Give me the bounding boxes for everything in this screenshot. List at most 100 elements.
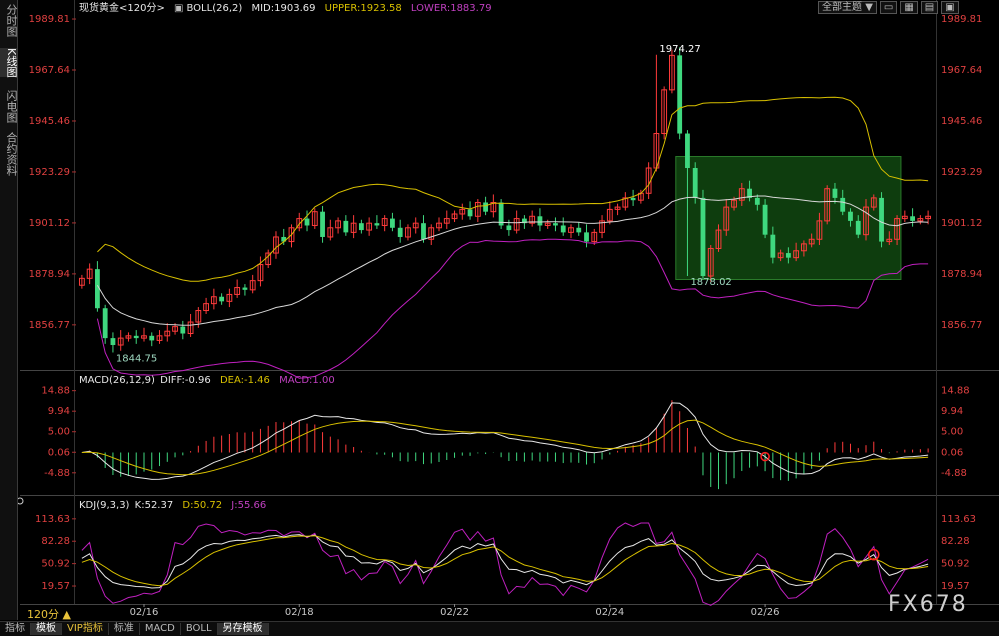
kdj-axis-label-right: 19.57 — [941, 581, 970, 592]
candle-body — [630, 197, 636, 201]
tab-flash[interactable]: 闪电图 — [0, 90, 18, 123]
tab-vip-indicators[interactable]: VIP指标 — [62, 623, 109, 635]
candle-body — [149, 335, 155, 341]
candle-body — [677, 55, 683, 134]
candle-body — [397, 227, 403, 237]
candle-body — [785, 253, 791, 258]
boll-legend: 现货黄金<120分> ▣ BOLL(26,2) MID:1903.69 UPPER… — [79, 3, 492, 14]
candle-body — [304, 218, 310, 226]
tab-macd[interactable]: MACD — [140, 623, 181, 635]
instrument-label: 现货黄金<120分> — [79, 3, 165, 14]
theme-dropdown[interactable]: 全部主题 ▼ — [818, 0, 877, 14]
price-axis-label-left: 1989.81 — [29, 14, 70, 25]
price-axis-label-left: 1923.29 — [29, 167, 70, 178]
tab-template[interactable]: 模板 — [31, 623, 62, 635]
macd-axis-label-left: 9.94 — [48, 406, 70, 417]
price-axis-label-right: 1967.64 — [941, 65, 982, 76]
macd-diff-line — [81, 402, 929, 480]
toolbar: 全部主题 ▼ ▭ ▦ ▤ ▣ — [818, 0, 959, 14]
candle-body — [219, 296, 225, 302]
macd-axis-label-right: 5.00 — [941, 427, 963, 438]
candle-body — [242, 287, 248, 290]
price-axis-label-left: 1901.12 — [29, 218, 70, 229]
candle-body — [467, 209, 473, 217]
candle-body — [685, 133, 690, 169]
price-axis-label-left: 1967.64 — [29, 65, 70, 76]
candle-body — [133, 335, 139, 339]
candle-body — [762, 204, 768, 235]
candle-body — [879, 197, 884, 242]
candle-body — [754, 197, 760, 205]
price-axis-label-right: 1856.77 — [941, 320, 982, 331]
layout-icon[interactable]: ▦ — [900, 0, 918, 14]
x-tick-label: 02/24 — [595, 607, 624, 618]
tab-boll[interactable]: BOLL — [181, 623, 218, 635]
kdj-k-line — [81, 534, 929, 589]
candle-body — [483, 202, 488, 212]
candle-body — [584, 232, 589, 242]
candle-body — [855, 220, 861, 235]
boll-icon: ▣ — [174, 3, 184, 14]
candle-body — [180, 326, 186, 334]
macd-axis-label-right: -4.88 — [941, 468, 967, 479]
candle-body — [374, 223, 380, 226]
macd-axis-label-right: 14.88 — [941, 386, 970, 397]
candle-body — [358, 223, 364, 231]
macd-axis-label-left: 14.88 — [41, 386, 70, 397]
kdj-legend: KDJ(9,3,3) K:52.37 D:50.72 J:55.66 — [79, 500, 267, 511]
candle-body — [560, 225, 566, 233]
tab-contract-info[interactable]: 合约资料 — [0, 132, 18, 176]
candle-body — [770, 234, 776, 258]
tab-kline[interactable]: K线图 — [0, 48, 18, 78]
x-tick-label: 02/18 — [285, 607, 314, 618]
kdj-d-line — [81, 535, 929, 587]
macd-axis-label-left: -4.88 — [44, 468, 70, 479]
price-axis-label-left: 1856.77 — [29, 320, 70, 331]
candle-body — [421, 223, 426, 240]
kdj-axis-label-right: 82.28 — [941, 536, 970, 547]
kdj-axis-label-left: 19.57 — [41, 581, 70, 592]
bottom-toolbar: 指标 模板 VIP指标 标准 MACD BOLL 另存模板 — [0, 621, 999, 636]
tab-save-template[interactable]: 另存模板 — [217, 623, 269, 635]
window-icon[interactable]: ▣ — [941, 0, 959, 14]
candle-body — [506, 225, 512, 231]
tab-timeshare[interactable]: 分时图 — [0, 4, 18, 37]
x-tick-label: 02/26 — [751, 607, 780, 618]
candle-body — [692, 168, 698, 198]
price-axis-label-right: 1945.46 — [941, 116, 982, 127]
price-axis-label-right: 1878.94 — [941, 269, 982, 280]
candle-body — [553, 223, 558, 226]
kdj-axis-label-right: 113.63 — [941, 514, 976, 525]
macd-axis-label-right: 0.06 — [941, 447, 963, 458]
candle-body — [832, 188, 838, 198]
kdj-axis-label-right: 50.92 — [941, 559, 970, 570]
macd-axis-label-right: 9.94 — [941, 406, 963, 417]
macd-dea-line — [81, 419, 929, 476]
macd-axis-label-left: 5.00 — [48, 427, 70, 438]
settings-icon[interactable]: ▤ — [920, 0, 939, 14]
period-selector[interactable]: 120分 ▲ — [27, 606, 71, 622]
kdj-axis-label-left: 82.28 — [41, 536, 70, 547]
candle-body — [700, 197, 706, 277]
price-axis-label-right: 1923.29 — [941, 167, 982, 178]
tab-standard[interactable]: 标准 — [109, 623, 140, 635]
kdj-axis-label-left: 113.63 — [35, 514, 70, 525]
x-tick-label: 02/16 — [130, 607, 159, 618]
candle-body — [320, 211, 325, 237]
price-annotation: 1844.75 — [116, 353, 157, 364]
minimize-icon[interactable]: ▭ — [879, 0, 898, 14]
price-axis-label-right: 1901.12 — [941, 218, 982, 229]
candle-body — [110, 338, 116, 346]
price-axis-label-left: 1878.94 — [29, 269, 70, 280]
tab-indicators[interactable]: 指标 — [0, 623, 31, 635]
price-axis-label-right: 1989.81 — [941, 14, 982, 25]
kdj-axis-label-left: 50.92 — [41, 559, 70, 570]
sidebar: 分时图 K线图 闪电图 合约资料 — [0, 0, 18, 620]
candle-body — [537, 216, 543, 226]
candle-body — [390, 218, 395, 228]
candle-body — [102, 308, 108, 339]
x-tick-label: 02/22 — [440, 607, 469, 618]
chart-stage[interactable]: 1974.27 1844.75 1878.02 1989.81 1989.81 1967.… — [0, 0, 999, 636]
price-annotation: 1974.27 — [659, 44, 700, 55]
price-chart[interactable]: 1974.27 1844.75 1878.02 1989.81 1989.81 1967.… — [0, 0, 999, 635]
